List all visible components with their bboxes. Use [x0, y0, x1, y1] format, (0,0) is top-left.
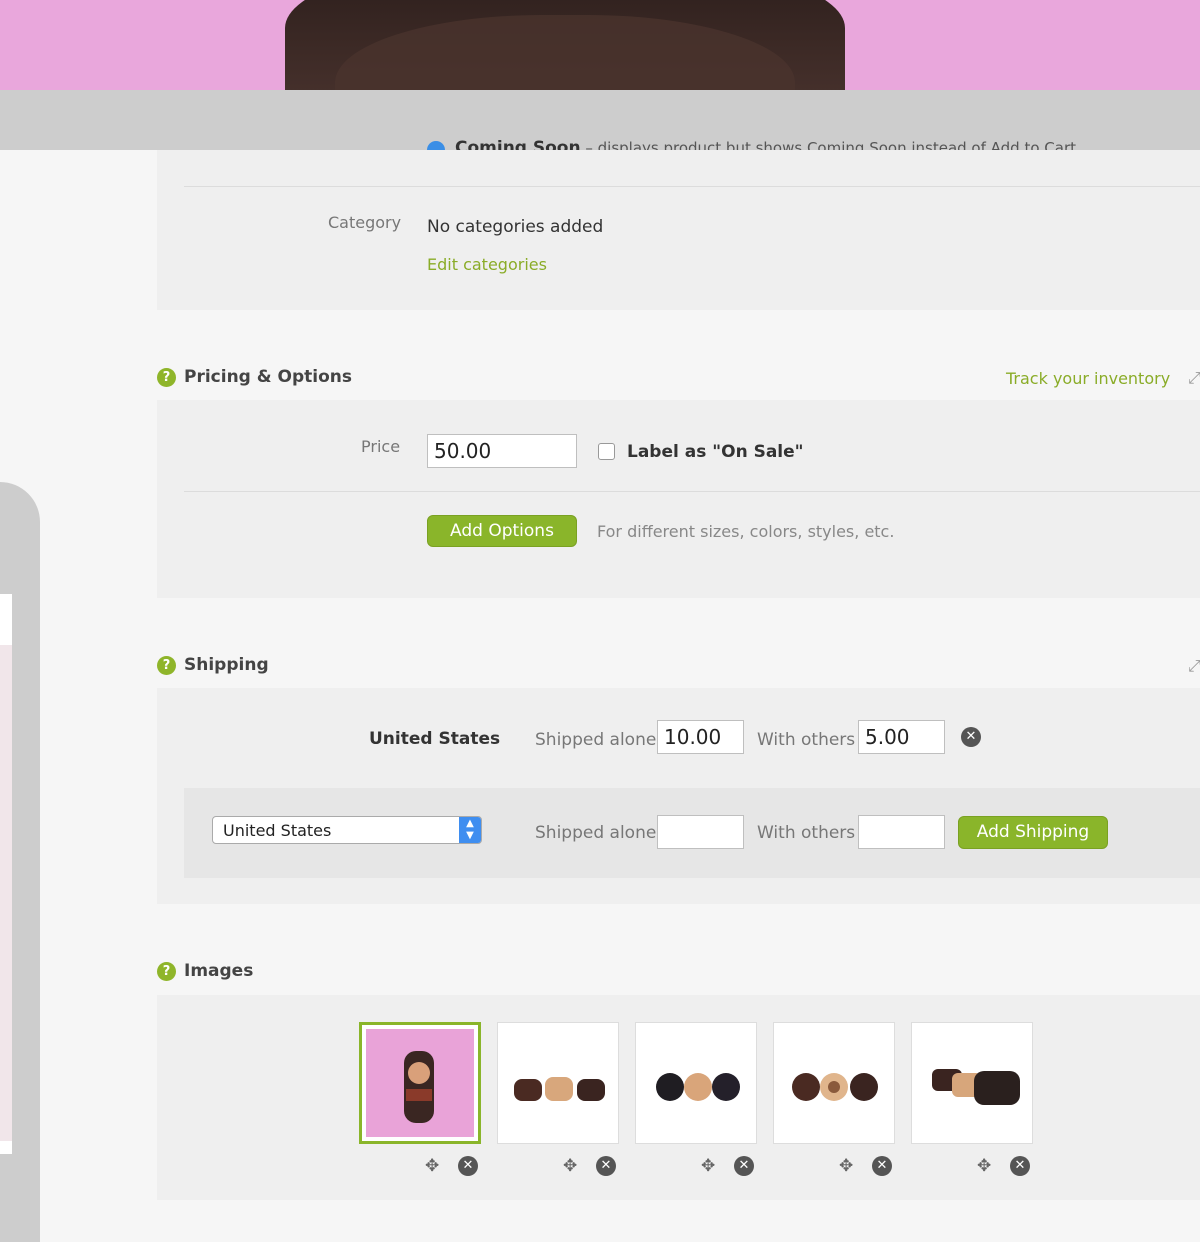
image-thumbnail[interactable] — [773, 1022, 895, 1144]
question-circle-icon[interactable]: ? — [157, 367, 176, 387]
close-circle-icon[interactable]: ✕ — [734, 1156, 754, 1176]
shipped-alone-input[interactable] — [657, 720, 744, 754]
close-circle-icon[interactable]: ✕ — [1010, 1156, 1030, 1176]
expand-icon[interactable]: ⤢ — [1188, 656, 1200, 675]
shipped-alone-label: Shipped alone — [535, 730, 657, 750]
add-shipping-button[interactable]: Add Shipping — [958, 816, 1108, 849]
device-screen-content — [0, 645, 12, 1141]
thumbnail-image — [366, 1029, 474, 1137]
move-icon[interactable]: ✥ — [977, 1156, 991, 1176]
move-icon[interactable]: ✥ — [701, 1156, 715, 1176]
thumbnail-image — [778, 1027, 890, 1139]
radio-selected-icon[interactable] — [427, 141, 445, 150]
thumbnail-image — [502, 1027, 614, 1139]
price-input[interactable] — [427, 434, 577, 468]
track-inventory-link[interactable]: Track your inventory — [1006, 369, 1170, 388]
category-label: Category — [328, 213, 402, 232]
on-sale-label: Label as "On Sale" — [627, 442, 804, 462]
close-circle-icon[interactable]: ✕ — [872, 1156, 892, 1176]
images-section-title: ? Images — [157, 961, 253, 981]
question-circle-icon[interactable]: ? — [157, 961, 176, 981]
shipped-alone-label: Shipped alone — [535, 823, 657, 843]
product-photo — [285, 0, 845, 90]
thumbnail-image — [640, 1027, 752, 1139]
product-photo-banner — [0, 0, 1200, 90]
close-circle-icon[interactable]: ✕ — [596, 1156, 616, 1176]
new-with-others-input[interactable] — [858, 815, 945, 849]
coming-soon-option[interactable]: Coming Soon – displays product but shows… — [427, 138, 1076, 150]
expand-icon[interactable]: ⤢ — [1188, 368, 1200, 387]
edit-categories-link[interactable]: Edit categories — [427, 255, 547, 274]
divider — [184, 491, 1200, 492]
new-shipped-alone-input[interactable] — [657, 815, 744, 849]
divider — [184, 186, 1200, 187]
question-circle-icon[interactable]: ? — [157, 655, 176, 675]
add-options-button[interactable]: Add Options — [427, 515, 577, 547]
shipping-section-title: ? Shipping — [157, 655, 269, 675]
options-hint: For different sizes, colors, styles, etc… — [597, 522, 895, 541]
image-thumbnail[interactable] — [359, 1022, 481, 1144]
country-select[interactable]: United States ▲ ▼ — [212, 816, 482, 844]
product-details-panel — [157, 150, 1200, 310]
with-others-input[interactable] — [858, 720, 945, 754]
image-thumbnail[interactable] — [911, 1022, 1033, 1144]
pricing-panel — [157, 400, 1200, 598]
with-others-label: With others — [757, 823, 856, 843]
thumbnail-image — [916, 1027, 1028, 1139]
move-icon[interactable]: ✥ — [425, 1156, 439, 1176]
close-circle-icon[interactable]: ✕ — [961, 727, 981, 747]
image-thumbnail[interactable] — [635, 1022, 757, 1144]
shipping-country-label: United States — [369, 729, 501, 749]
category-value: No categories added — [427, 217, 604, 237]
select-arrows-icon: ▲ ▼ — [459, 817, 481, 843]
on-sale-checkbox[interactable] — [598, 443, 615, 460]
move-icon[interactable]: ✥ — [839, 1156, 853, 1176]
with-others-label: With others — [757, 730, 856, 750]
pricing-section-title: ? Pricing & Options — [157, 367, 352, 387]
device-preview — [0, 482, 40, 1242]
image-thumbnail[interactable] — [497, 1022, 619, 1144]
move-icon[interactable]: ✥ — [563, 1156, 577, 1176]
close-circle-icon[interactable]: ✕ — [458, 1156, 478, 1176]
price-label: Price — [361, 437, 401, 456]
